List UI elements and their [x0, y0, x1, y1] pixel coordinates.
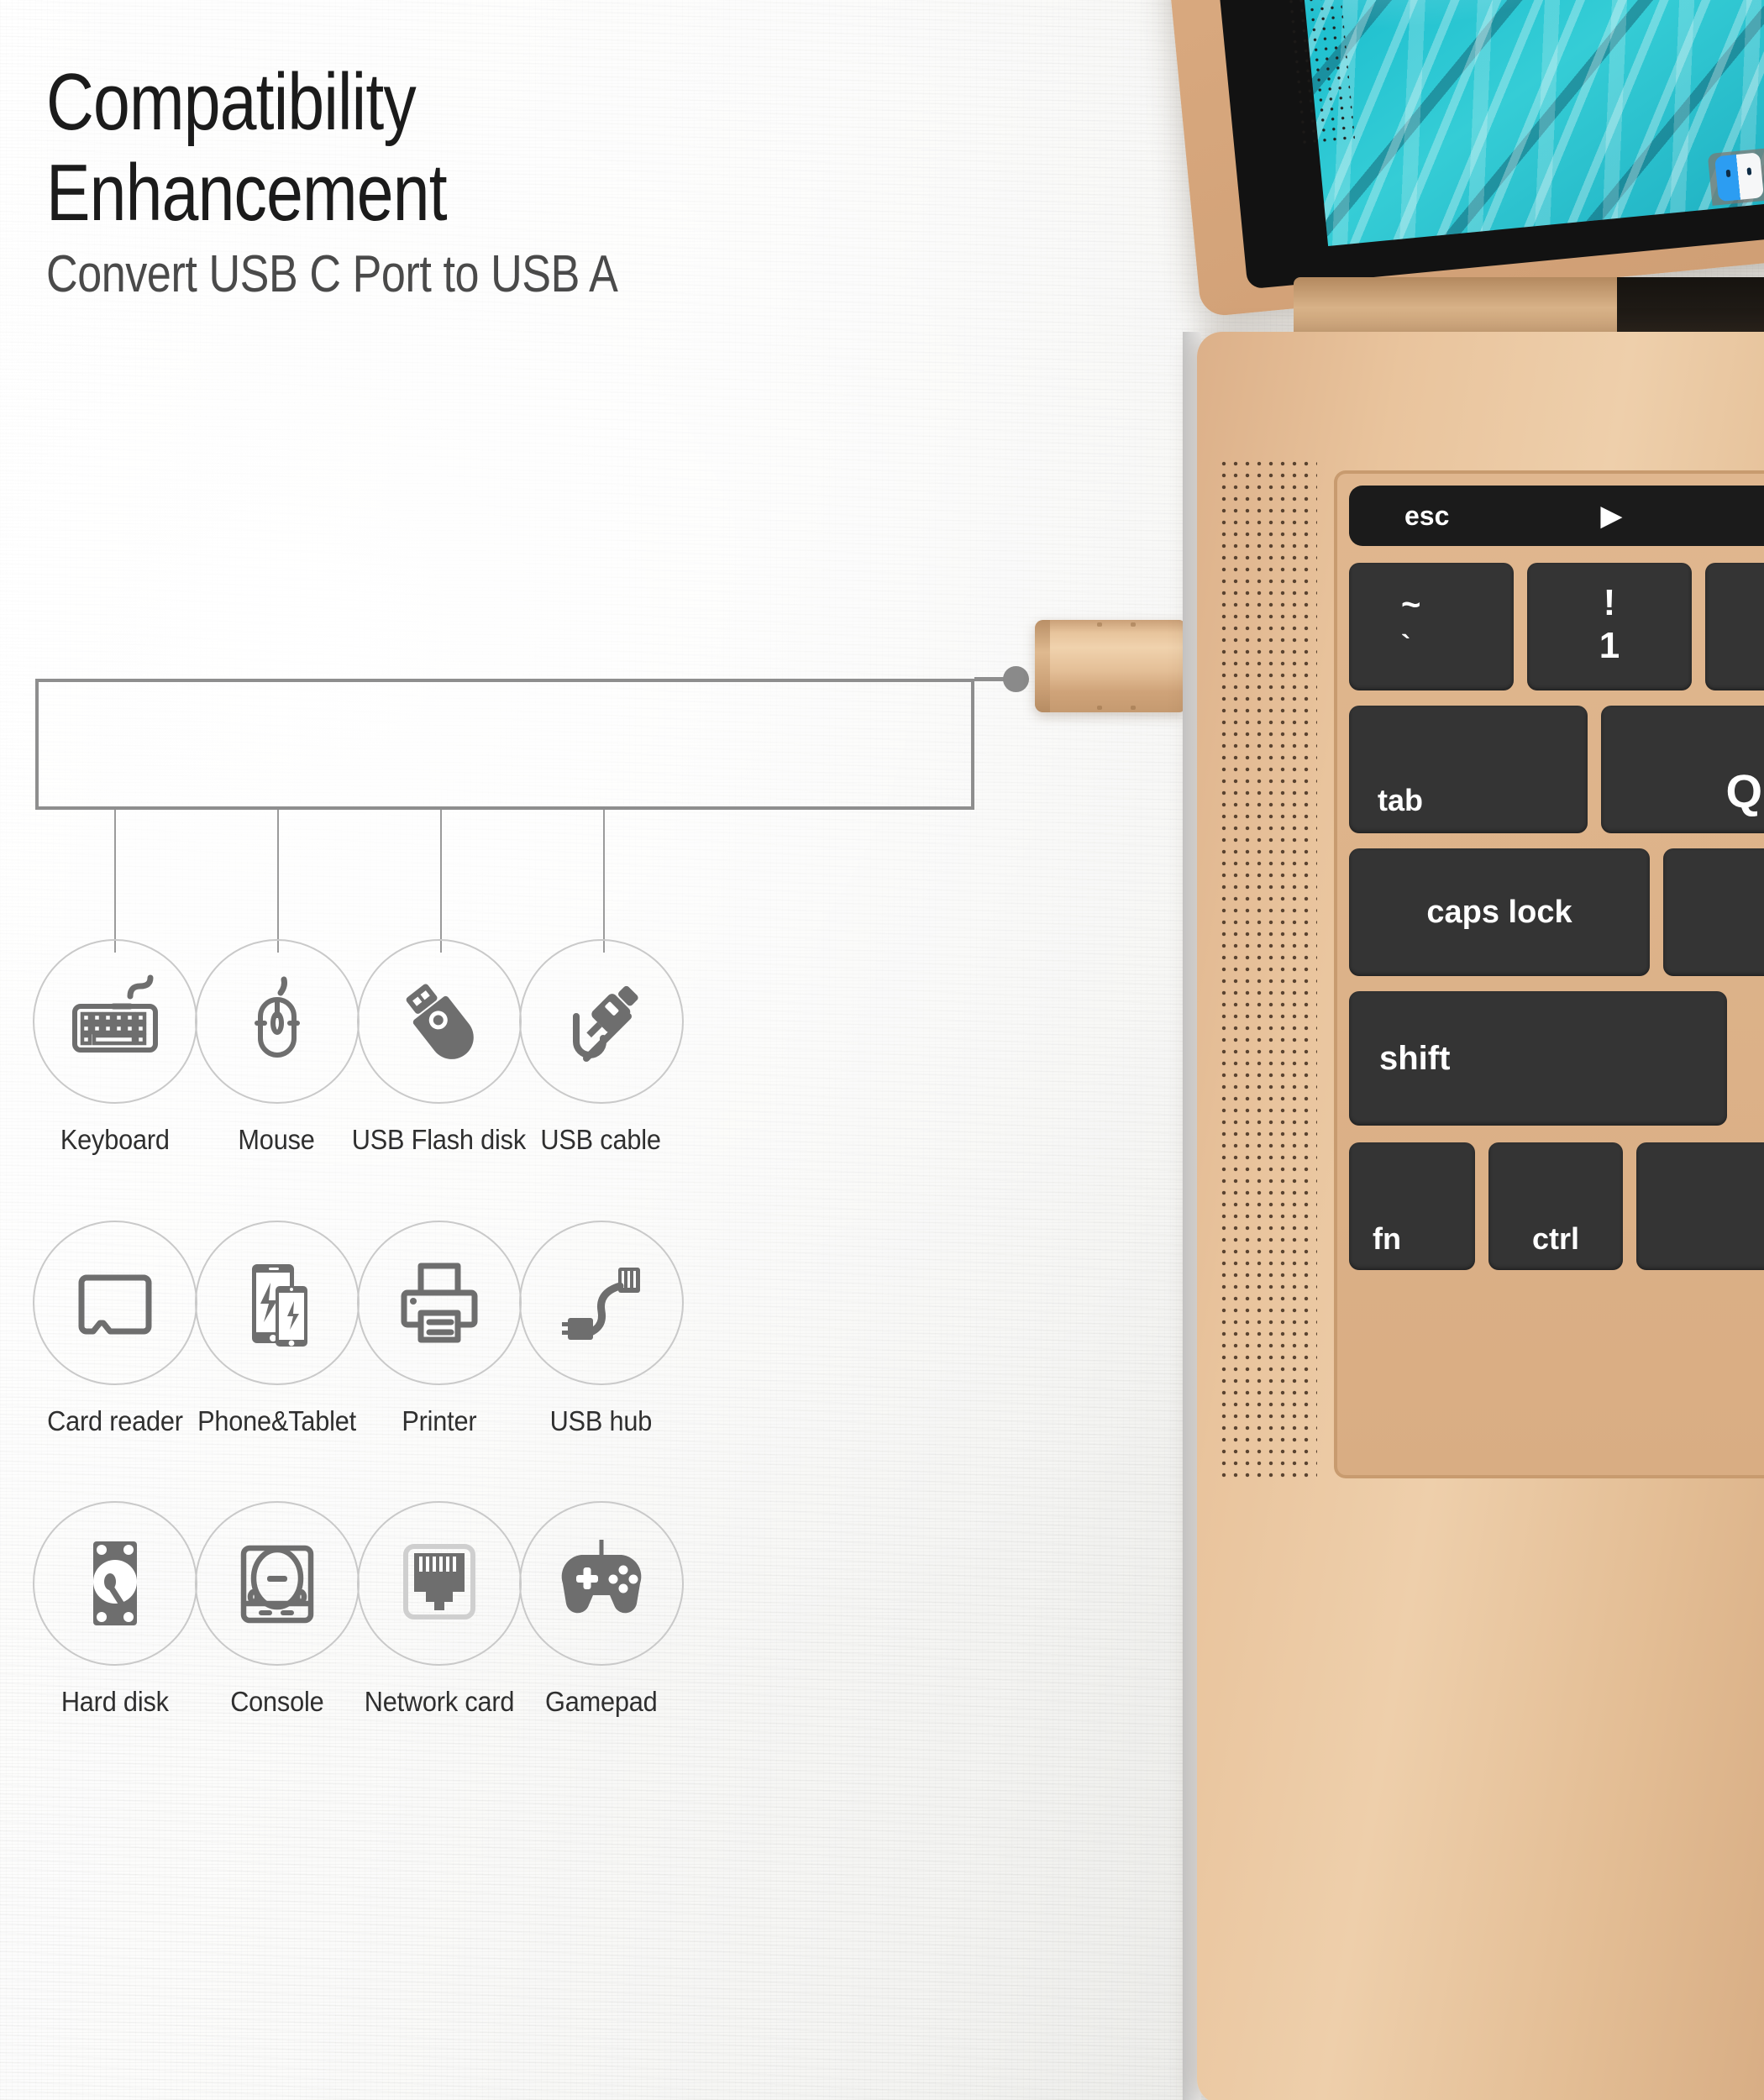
laptop-base: esc ▶ ~ ` ! 1 tab Q caps lock A: [1197, 332, 1764, 2100]
device-label: Mouse: [238, 1124, 316, 1155]
key-two[interactable]: [1705, 563, 1764, 690]
rj45-network-icon: [356, 1501, 522, 1666]
infographic-canvas: Compatibility Enhancement Convert USB C …: [0, 0, 1764, 2100]
device-cell-usb-flash-disk[interactable]: USB Flash disk: [352, 939, 526, 1156]
laptop-keyboard: esc ▶ ~ ` ! 1 tab Q caps lock A: [1334, 470, 1764, 1478]
touch-bar[interactable]: esc ▶: [1349, 486, 1764, 546]
device-label: USB cable: [540, 1124, 662, 1155]
device-bracket: [35, 679, 974, 810]
device-label: Printer: [401, 1405, 477, 1436]
key-fn-label: fn: [1373, 1221, 1401, 1256]
device-cell-keyboard[interactable]: Keyboard: [32, 939, 197, 1156]
lid-speaker-grille: [1271, 0, 1356, 148]
device-cell-hard-disk[interactable]: Hard disk: [32, 1501, 197, 1718]
key-tilde[interactable]: ~ `: [1349, 563, 1514, 690]
device-cell-console[interactable]: Console: [194, 1501, 360, 1718]
key-shift[interactable]: shift: [1349, 991, 1727, 1126]
key-tilde-upper: ~: [1401, 585, 1421, 623]
page-title: Compatibility Enhancement: [46, 57, 735, 238]
base-speaker-grille: [1218, 458, 1317, 1478]
console-icon: [194, 1501, 360, 1666]
gamepad-icon: [518, 1501, 684, 1666]
key-q[interactable]: Q: [1601, 706, 1764, 833]
key-tilde-lower: `: [1401, 629, 1411, 662]
play-icon[interactable]: ▶: [1600, 499, 1622, 533]
key-a[interactable]: A: [1663, 848, 1764, 976]
device-grid: Keyboard Mouse USB Flash disk USB cable …: [32, 939, 1008, 1718]
sd-card-icon: [32, 1221, 197, 1385]
key-tab[interactable]: tab: [1349, 706, 1588, 833]
key-caps-lock[interactable]: caps lock: [1349, 848, 1650, 976]
bracket-connector-dot: [1003, 666, 1029, 692]
key-ctrl[interactable]: ctrl: [1488, 1142, 1623, 1270]
usb-hub-icon: [518, 1221, 684, 1385]
device-cell-usb-cable[interactable]: USB cable: [518, 939, 684, 1156]
device-label: Keyboard: [60, 1124, 170, 1155]
laptop-screen-wallpaper: [1284, 0, 1764, 247]
finder-dock-icon[interactable]: [1714, 152, 1764, 202]
phone-tablet-charging-icon: [194, 1221, 360, 1385]
keyboard-icon: [32, 939, 197, 1104]
device-row-1: Keyboard Mouse USB Flash disk USB cable: [32, 939, 1008, 1156]
laptop-lid: [1150, 0, 1764, 318]
device-row-2: Card reader Phone&Tablet Printer USB hub: [32, 1221, 1008, 1437]
device-cell-usb-hub[interactable]: USB hub: [518, 1221, 684, 1437]
key-q-label: Q: [1725, 764, 1762, 817]
key-fn[interactable]: fn: [1349, 1142, 1475, 1270]
device-cell-printer[interactable]: Printer: [356, 1221, 522, 1437]
printer-icon: [356, 1221, 522, 1385]
key-tab-label: tab: [1378, 783, 1423, 817]
branch-line-4: [603, 810, 605, 953]
device-label: Network card: [364, 1686, 514, 1717]
usb-c-adapter: [1035, 620, 1184, 712]
device-label: Gamepad: [544, 1686, 658, 1717]
device-label: USB hub: [549, 1405, 653, 1436]
device-label: Phone&Tablet: [197, 1405, 356, 1436]
device-cell-network-card[interactable]: Network card: [356, 1501, 522, 1718]
mouse-icon: [194, 939, 360, 1104]
usb-cable-icon: [518, 939, 684, 1104]
key-ctrl-label: ctrl: [1531, 1221, 1580, 1256]
device-label: Hard disk: [60, 1686, 169, 1717]
key-option[interactable]: [1636, 1142, 1764, 1270]
device-cell-gamepad[interactable]: Gamepad: [518, 1501, 684, 1718]
device-cell-mouse[interactable]: Mouse: [194, 939, 360, 1156]
key-caps-lock-label: caps lock: [1426, 894, 1572, 930]
laptop-bezel: [1200, 0, 1764, 290]
branch-line-2: [277, 810, 279, 953]
branch-line-3: [440, 810, 442, 953]
key-one-upper: !: [1603, 582, 1616, 624]
device-label: Console: [229, 1686, 324, 1717]
key-one[interactable]: ! 1: [1527, 563, 1692, 690]
branch-line-1: [114, 810, 116, 953]
device-row-3: Hard disk Console Network card Gamepad: [32, 1501, 1008, 1718]
page-subtitle: Convert USB C Port to USB A: [46, 245, 618, 303]
page-title-line-2: Enhancement: [46, 147, 448, 238]
device-cell-card-reader[interactable]: Card reader: [32, 1221, 197, 1437]
device-cell-phone-tablet[interactable]: Phone&Tablet: [194, 1221, 360, 1437]
usb-flash-drive-icon: [356, 939, 522, 1104]
device-label: Card reader: [46, 1405, 183, 1436]
key-shift-label: shift: [1379, 1039, 1451, 1077]
device-label: USB Flash disk: [351, 1124, 527, 1155]
page-title-line-1: Compatibility: [46, 57, 417, 147]
key-one-lower: 1: [1599, 624, 1620, 666]
key-esc[interactable]: esc: [1404, 501, 1449, 532]
hard-disk-icon: [32, 1501, 197, 1666]
